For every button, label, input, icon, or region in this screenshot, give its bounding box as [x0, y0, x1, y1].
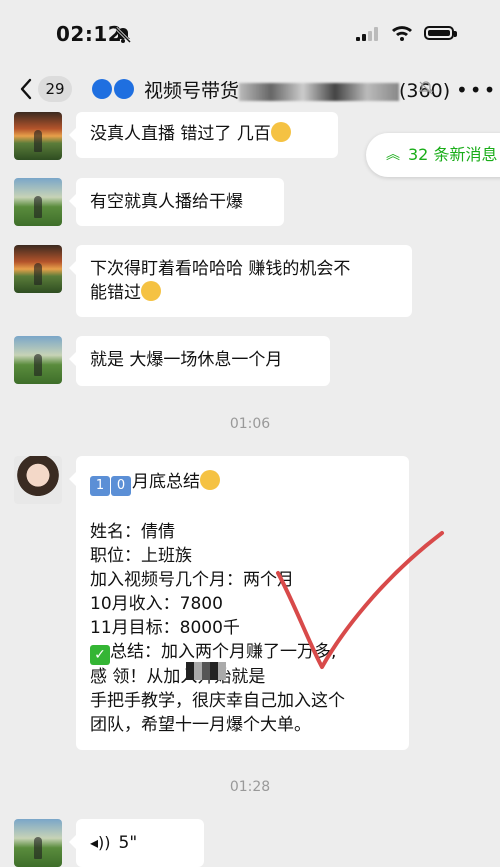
redaction-mosaic	[186, 662, 226, 680]
voice-wave-icon: ◂))	[90, 833, 111, 852]
summary-heading: 1 0 月底总结	[90, 470, 395, 496]
message-bubble[interactable]: 有空就真人播给干爆	[69, 178, 284, 226]
message-text: 就是 大爆一场休息一个月	[90, 350, 283, 370]
cellular-signal-icon	[356, 27, 378, 41]
unread-count-badge[interactable]: 29	[38, 76, 72, 102]
group-emoji-icons	[92, 79, 136, 99]
new-messages-label: 32 条新消息	[408, 145, 498, 164]
message-text-line: 下次得盯着看哈哈哈 赚钱的机会不	[90, 259, 351, 279]
clapping-hands-emoji-icon	[200, 470, 220, 490]
summary-name: 姓名：倩倩	[90, 522, 175, 542]
mute-bell-icon	[418, 81, 434, 95]
summary-income: 10月收入：7800	[90, 594, 223, 614]
message-bubble[interactable]: 没真人直播 错过了 几百	[69, 112, 338, 158]
message-text-line: 能错过	[90, 283, 141, 303]
voice-duration: 5"	[118, 833, 138, 853]
avatar[interactable]	[14, 456, 62, 504]
message-text: 有空就真人播给干爆	[90, 192, 243, 212]
more-options-icon[interactable]: •••	[456, 78, 497, 102]
avatar[interactable]	[14, 112, 62, 160]
summary-conclusion-line: ✓ 总结：加入两个月赚了一万多,	[90, 640, 395, 665]
avatar[interactable]	[14, 819, 62, 867]
status-bar: 02:12	[0, 0, 500, 66]
group-title[interactable]: 视频号带货 (360)	[144, 76, 450, 103]
summary-message-bubble[interactable]: 1 0 月底总结 姓名：倩倩 职位：上班族 加入视频号几个月：两个月 10月收入：7…	[69, 456, 409, 750]
summary-job: 职位：上班族	[90, 546, 192, 566]
summary-conclusion-line: 团队，希望十一月爆个大单。	[90, 715, 311, 735]
chat-header: 29 视频号带货 (360) •••	[0, 66, 500, 114]
silent-mode-icon	[114, 26, 132, 44]
message-bubble[interactable]: 下次得盯着看哈哈哈 赚钱的机会不 能错过	[69, 245, 412, 317]
timestamp: 01:06	[229, 416, 271, 432]
avatar[interactable]	[14, 178, 62, 226]
avatar[interactable]	[14, 245, 62, 293]
message-bubble[interactable]: 就是 大爆一场休息一个月	[69, 336, 330, 386]
new-messages-pill[interactable]: ︽ 32 条新消息	[366, 133, 500, 177]
summary-conclusion-line: 手把手教学，很庆幸自己加入这个	[90, 691, 345, 711]
double-up-arrow-icon: ︽	[386, 147, 400, 163]
keycap-digit-icon: 0	[111, 476, 131, 496]
avatar[interactable]	[14, 336, 62, 384]
check-mark-emoji-icon: ✓	[90, 645, 110, 665]
crying-emoji-icon	[270, 122, 291, 142]
clock: 02:12	[56, 22, 123, 46]
summary-conclusion-line: 感 领！从加入开始就是	[90, 667, 266, 687]
battery-icon	[424, 26, 457, 40]
summary-heading-text: 月底总结	[132, 472, 200, 492]
blue-circle-icon	[92, 79, 112, 99]
timestamp: 01:28	[229, 779, 271, 795]
blue-circle-icon	[114, 79, 134, 99]
keycap-digit-icon: 1	[90, 476, 110, 496]
message-text: 没真人直播 错过了 几百	[90, 124, 271, 144]
summary-months: 加入视频号几个月：两个月	[90, 570, 294, 590]
wifi-icon	[392, 26, 412, 41]
thinking-emoji-icon	[141, 281, 161, 301]
redacted-title-mosaic	[239, 82, 400, 101]
group-title-text: 视频号带货	[144, 80, 240, 102]
summary-target: 11月目标：8000千	[90, 618, 240, 638]
voice-message-bubble[interactable]: ◂)) 5"	[69, 819, 204, 867]
